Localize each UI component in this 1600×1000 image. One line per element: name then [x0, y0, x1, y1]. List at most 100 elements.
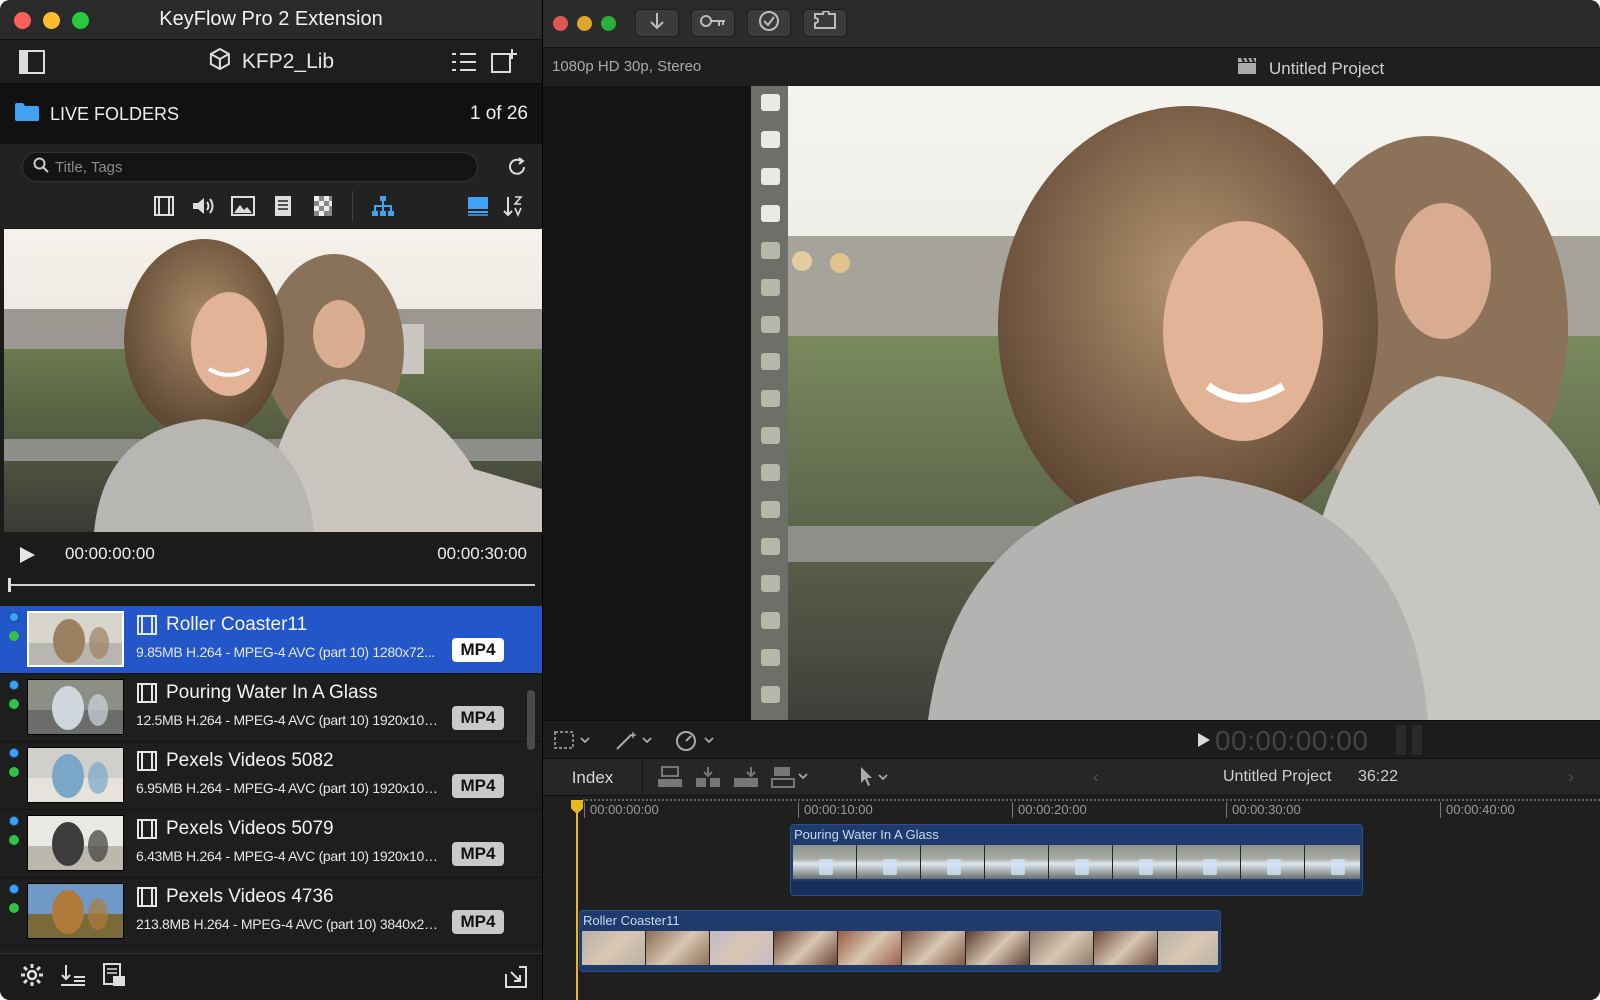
editor-window: 1080p HD 30p, Stereo Untitled Project 00…	[543, 0, 1600, 1000]
viewer-project-title: Untitled Project	[1237, 57, 1384, 80]
check-circle-icon	[758, 10, 780, 37]
append-clip-icon[interactable]	[733, 766, 759, 793]
insert-clip-icon[interactable]	[695, 766, 721, 793]
list-view-icon[interactable]	[459, 196, 499, 216]
viewer-info-bar: 1080p HD 30p, Stereo Untitled Project	[543, 48, 1600, 86]
filmstrip-frame	[774, 931, 838, 965]
film-icon	[136, 614, 158, 641]
timeline[interactable]: 00:00:00:00 00:00:10:00 00:00:20:00 00:00:3…	[543, 796, 1600, 1000]
checklist-icon[interactable]	[451, 50, 477, 79]
background-tasks-button[interactable]	[747, 9, 791, 37]
clip-preview-image[interactable]	[4, 229, 542, 532]
film-icon	[136, 750, 158, 777]
viewer-frame[interactable]	[788, 86, 1600, 720]
list-scrollbar[interactable]	[527, 690, 535, 750]
film-icon	[136, 682, 158, 709]
viewer-play-icon[interactable]	[1197, 732, 1211, 753]
editor-zoom-button[interactable]	[601, 16, 616, 31]
audio-icon[interactable]	[184, 195, 224, 217]
window-title: KeyFlow Pro 2 Extension	[159, 8, 383, 30]
keywords-button[interactable]	[691, 9, 735, 37]
timeline-back-icon[interactable]: ‹	[1093, 769, 1098, 787]
playhead-handle[interactable]	[571, 800, 583, 814]
clip-list-item[interactable]: Pexels Videos 5082 6.95MB H.264 - MPEG-4…	[0, 742, 542, 810]
timeline-forward-icon[interactable]: ›	[1569, 769, 1574, 787]
magic-wand-icon[interactable]	[613, 729, 653, 756]
filmstrip-frame	[902, 931, 966, 965]
clip-list-item[interactable]: Pexels Videos 5079 6.43MB H.264 - MPEG-4…	[0, 810, 542, 878]
live-folders-header: LIVE FOLDERS	[14, 102, 179, 127]
download-arrow-icon	[649, 12, 665, 35]
ruler-label: 00:00:10:00	[804, 802, 873, 817]
clip-title: Pexels Videos 4736	[166, 886, 334, 907]
cube-icon	[208, 47, 232, 77]
connect-clip-icon[interactable]	[657, 766, 683, 793]
preview-transport: 00:00:00:00 00:00:30:00	[0, 532, 542, 600]
viewer-timecode[interactable]: 00:00:00:00	[1215, 725, 1368, 757]
close-window-button[interactable]	[14, 12, 31, 29]
scrubber-handle[interactable]	[8, 578, 11, 592]
film-icon[interactable]	[144, 195, 184, 217]
filmstrip-frame	[1049, 845, 1113, 879]
editor-toolbar	[543, 0, 1600, 48]
clip-thumbnail[interactable]	[27, 679, 124, 735]
sort-icon[interactable]	[498, 195, 528, 217]
keyflow-titlebar: KeyFlow Pro 2 Extension	[0, 0, 542, 40]
filmstrip-frame	[838, 931, 902, 965]
overwrite-clip-icon[interactable]	[771, 766, 811, 793]
clip-list-item[interactable]: Pouring Water In A Glass 12.5MB H.264 - …	[0, 674, 542, 742]
search-box[interactable]	[22, 152, 478, 182]
live-folders-label: LIVE FOLDERS	[50, 103, 180, 124]
extensions-button[interactable]	[803, 9, 847, 37]
play-icon[interactable]	[18, 546, 36, 569]
playhead[interactable]	[576, 802, 578, 1000]
clip-filmstrip	[793, 845, 1360, 879]
status-dot-green	[9, 767, 19, 777]
edit-buttons	[657, 766, 891, 793]
document-icon[interactable]	[263, 195, 303, 217]
import-button[interactable]	[635, 9, 679, 37]
sprocket-hole	[761, 205, 780, 222]
report-icon[interactable]	[102, 962, 126, 992]
clip-thumbnail[interactable]	[27, 815, 124, 871]
editor-minimize-button[interactable]	[577, 16, 592, 31]
zoom-window-button[interactable]	[72, 12, 89, 29]
live-folders-bar[interactable]: LIVE FOLDERS 1 of 26	[0, 84, 542, 144]
checker-icon[interactable]	[303, 195, 343, 217]
image-icon[interactable]	[223, 196, 263, 216]
speed-gauge-icon[interactable]	[675, 729, 715, 756]
select-tool-icon[interactable]	[857, 766, 891, 793]
clip-list-item[interactable]: Pexels Videos 4736 213.8MB H.264 - MPEG-…	[0, 878, 542, 946]
sprocket-hole	[761, 390, 780, 407]
preview-scrubber[interactable]	[10, 584, 535, 586]
resize-icon[interactable]	[505, 966, 527, 993]
sidebar-toggle-icon[interactable]	[19, 50, 45, 79]
library-selector[interactable]: KFP2_Lib	[208, 47, 334, 77]
new-item-icon[interactable]	[490, 48, 518, 79]
format-badge: MP4	[452, 706, 504, 730]
index-button[interactable]: Index	[543, 759, 643, 796]
search-input[interactable]	[55, 158, 455, 176]
minimize-window-button[interactable]	[43, 12, 60, 29]
timeline-clip[interactable]: Roller Coaster11	[579, 910, 1221, 972]
hierarchy-icon[interactable]	[363, 195, 403, 217]
timeline-clip[interactable]: Pouring Water In A Glass	[790, 824, 1363, 896]
audio-meter	[1396, 725, 1422, 755]
sprocket-hole	[761, 464, 780, 481]
clip-thumbnail[interactable]	[27, 611, 124, 667]
ruler-tick	[584, 802, 585, 818]
filter-toolbar	[22, 186, 528, 226]
clip-list-item[interactable]: Roller Coaster11 9.85MB H.264 - MPEG-4 A…	[0, 606, 542, 674]
editor-close-button[interactable]	[553, 16, 568, 31]
sprocket-hole	[761, 501, 780, 518]
import-list-icon[interactable]	[60, 963, 86, 992]
timeline-duration: 36:22	[1358, 768, 1399, 785]
refresh-icon[interactable]	[506, 156, 528, 183]
ruler-dots	[583, 799, 1600, 801]
clip-thumbnail[interactable]	[27, 883, 124, 939]
gear-icon[interactable]	[20, 963, 44, 992]
ruler-label: 00:00:40:00	[1446, 802, 1515, 817]
clip-thumbnail[interactable]	[27, 747, 124, 803]
transform-icon[interactable]	[553, 730, 591, 755]
editor-tool-buttons	[635, 9, 847, 37]
